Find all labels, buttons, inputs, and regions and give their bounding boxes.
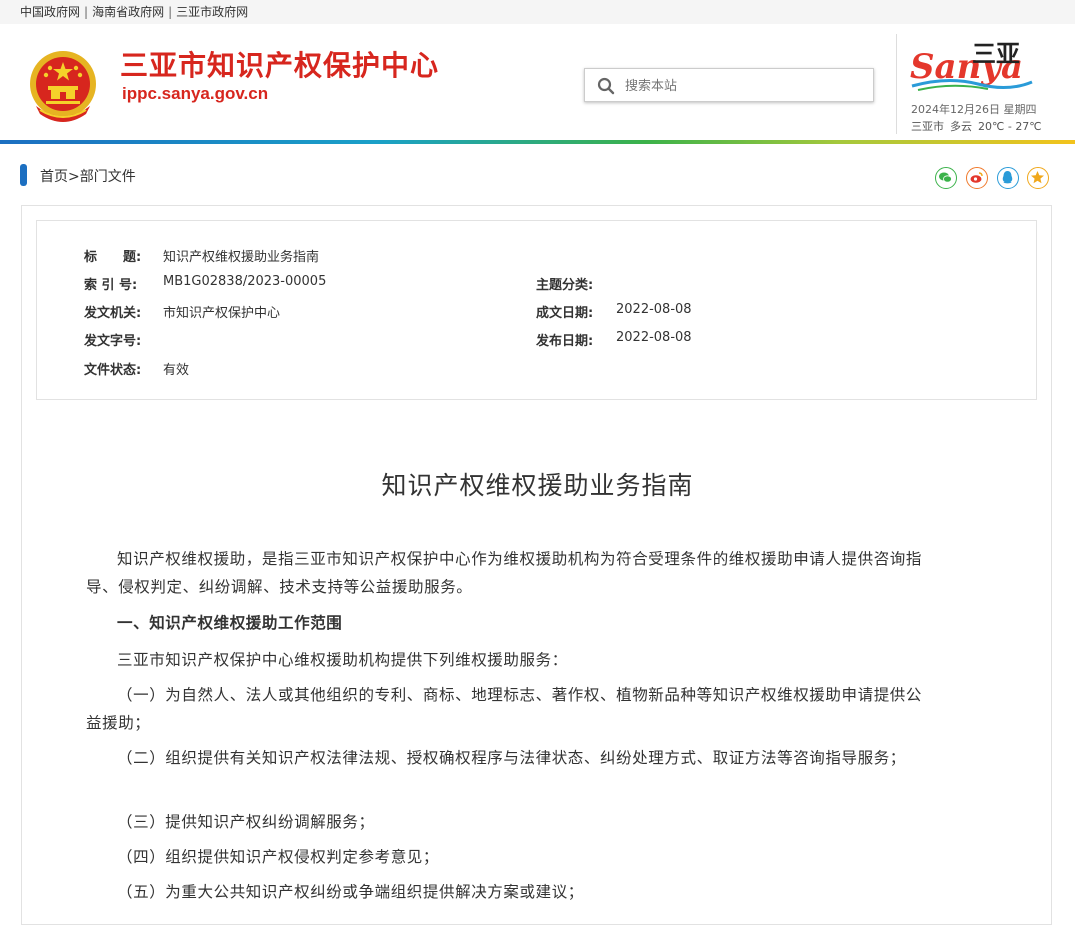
meta-published-label: 发布日期: (536, 334, 594, 349)
weekday-text: 星期四 (1003, 103, 1037, 116)
link-china-gov[interactable]: 中国政府网 (20, 5, 80, 19)
top-bar: 中国政府网 | 海南省政府网 | 三亚市政府网 (0, 0, 1075, 24)
meta-title-label: 标 题: (84, 250, 142, 265)
share-qq-button[interactable] (997, 167, 1019, 189)
article-paragraph: 知识产权维权援助，是指三亚市知识产权保护中心作为维权援助机构为符合受理条件的维权… (86, 550, 923, 596)
date-text: 2024年12月26日 (911, 103, 1000, 116)
weather-info: 三亚市 多云 20℃ - 27℃ (911, 118, 1048, 134)
site-header: 三亚市知识产权保护中心 ippc.sanya.gov.cn Sanya 三亚 2… (0, 24, 1075, 140)
article-paragraph: （三）提供知识产权纠纷调解服务； (117, 813, 375, 831)
breadcrumb-separator: > (68, 169, 80, 185)
search-box[interactable] (584, 68, 874, 102)
article-paragraph: 三亚市知识产权保护中心维权援助机构提供下列维权援助服务： (117, 651, 568, 669)
share-weibo-button[interactable] (966, 167, 988, 189)
weather-text: 多云 (950, 120, 972, 133)
article-section-heading: 一、知识产权维权援助工作范围 (117, 613, 343, 632)
meta-published-value: 2022-08-08 (616, 330, 692, 345)
city-text: 三亚市 (911, 120, 944, 133)
share-favorite-button[interactable] (1027, 167, 1049, 189)
meta-created-value: 2022-08-08 (616, 302, 692, 317)
favorite-icon (1031, 171, 1044, 184)
link-separator: | (84, 5, 89, 19)
breadcrumb-path: 首页>部门文件 (40, 166, 136, 186)
meta-status-label: 文件状态: (84, 363, 142, 378)
site-domain: ippc.sanya.gov.cn (122, 84, 269, 103)
search-icon[interactable] (597, 77, 615, 95)
breadcrumb-current[interactable]: 部门文件 (80, 169, 136, 185)
weibo-icon (970, 172, 983, 183)
top-links: 中国政府网 | 海南省政府网 | 三亚市政府网 (20, 0, 248, 24)
article-paragraph: （四）组织提供知识产权侵权判定参考意见； (117, 848, 440, 866)
breadcrumb-marker (20, 164, 27, 186)
meta-docnum-label: 发文字号: (84, 334, 142, 349)
wechat-icon (939, 172, 952, 183)
meta-index-label: 索 引 号: (84, 278, 138, 293)
sanya-logo: Sanya 三亚 (910, 39, 1033, 91)
meta-issuer-label: 发文机关: (84, 306, 142, 321)
qq-icon (1002, 171, 1013, 184)
article-paragraph: （五）为重大公共知识产权纠纷或争端组织提供解决方案或建议； (117, 883, 584, 901)
link-separator: | (168, 5, 173, 19)
article-paragraph: （二）组织提供有关知识产权法律法规、授权确权程序与法律状态、纠纷处理方式、取证方… (117, 749, 906, 767)
search-input[interactable] (623, 75, 867, 97)
meta-index-value: MB1G02838/2023-00005 (163, 274, 327, 289)
logo-cn: 三亚 (972, 39, 1020, 68)
article-paragraph: （一）为自然人、法人或其他组织的专利、商标、地理标志、著作权、植物新品种等知识产… (86, 686, 923, 732)
link-sanya-gov[interactable]: 三亚市政府网 (176, 5, 248, 19)
temperature-text: 20℃ - 27℃ (978, 120, 1042, 133)
breadcrumb-home[interactable]: 首页 (40, 169, 68, 185)
meta-title-value: 知识产权维权援助业务指南 (163, 250, 320, 265)
national-emblem-icon[interactable] (26, 46, 100, 126)
header-divider (896, 34, 897, 134)
share-wechat-button[interactable] (935, 167, 957, 189)
meta-category-label: 主题分类: (536, 278, 594, 293)
current-date: 2024年12月26日 星期四 (911, 101, 1037, 117)
header-gradient-bar (0, 140, 1075, 144)
site-title[interactable]: 三亚市知识产权保护中心 (120, 44, 439, 84)
link-hainan-gov[interactable]: 海南省政府网 (92, 5, 164, 19)
article-title: 知识产权维权援助业务指南 (381, 471, 694, 500)
meta-created-label: 成文日期: (536, 306, 594, 321)
meta-issuer-value: 市知识产权保护中心 (163, 306, 281, 321)
meta-status-value: 有效 (163, 363, 190, 378)
